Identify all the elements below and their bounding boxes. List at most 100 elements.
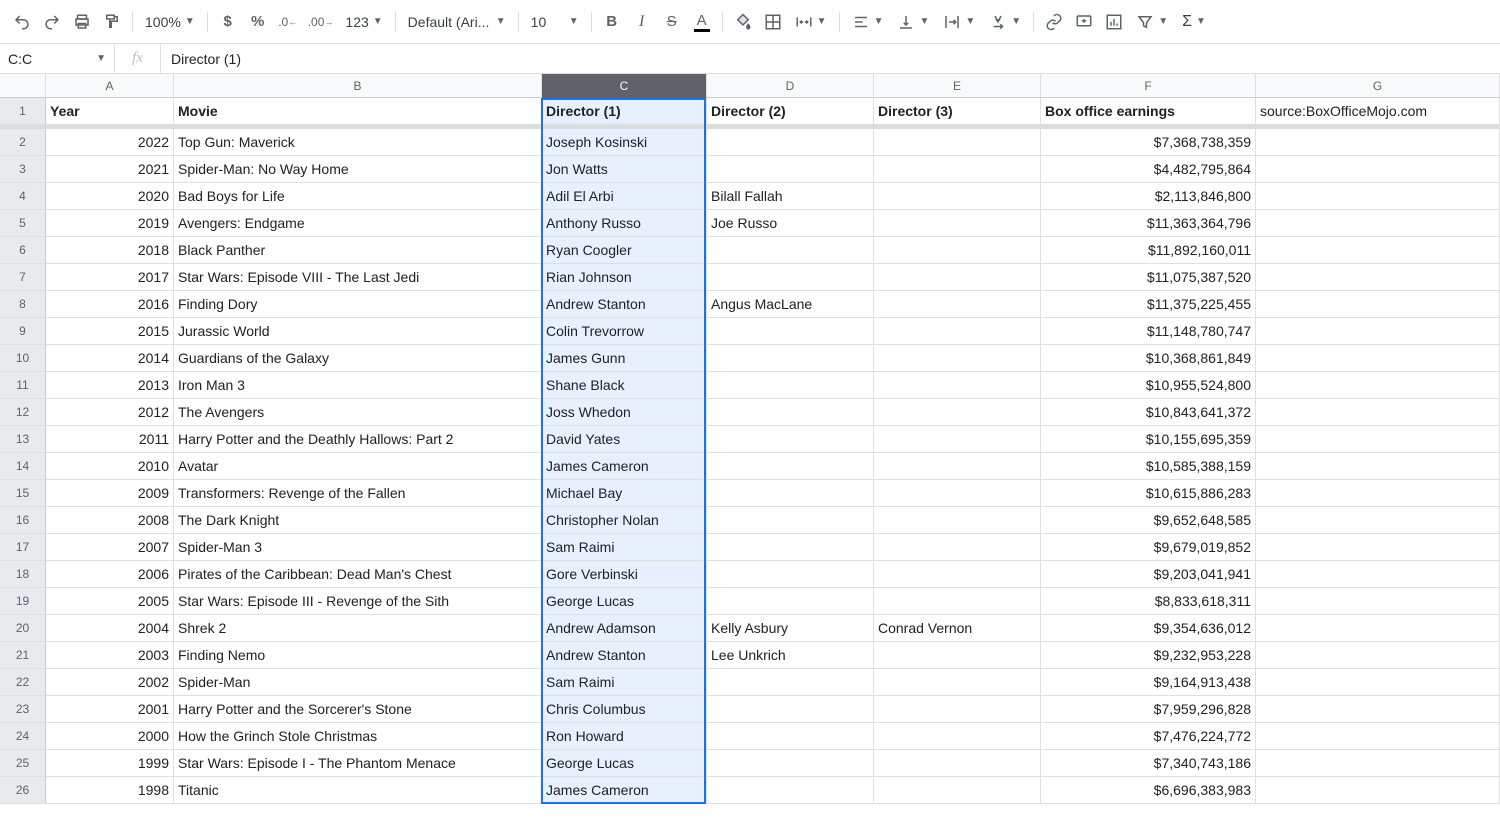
cell-A13[interactable]: 2011 <box>46 426 174 453</box>
row-head-22[interactable]: 22 <box>0 669 46 696</box>
cell-B1[interactable]: Movie <box>174 98 542 125</box>
cell-G14[interactable] <box>1256 453 1500 480</box>
formula-input[interactable]: Director (1) <box>161 44 1500 73</box>
cell-B19[interactable]: Star Wars: Episode III - Revenge of the … <box>174 588 542 615</box>
cell-D14[interactable] <box>707 453 874 480</box>
row-head-16[interactable]: 16 <box>0 507 46 534</box>
cell-B26[interactable]: Titanic <box>174 777 542 804</box>
row-head-4[interactable]: 4 <box>0 183 46 210</box>
col-head-F[interactable]: F <box>1041 74 1256 98</box>
row-head-21[interactable]: 21 <box>0 642 46 669</box>
cell-E12[interactable] <box>874 399 1041 426</box>
cell-F4[interactable]: $2,113,846,800 <box>1041 183 1256 210</box>
cell-A26[interactable]: 1998 <box>46 777 174 804</box>
cell-E19[interactable] <box>874 588 1041 615</box>
cell-D18[interactable] <box>707 561 874 588</box>
cell-D2[interactable] <box>707 129 874 156</box>
more-formats-picker[interactable]: 123▼ <box>339 8 388 36</box>
cell-E15[interactable] <box>874 480 1041 507</box>
cell-B12[interactable]: The Avengers <box>174 399 542 426</box>
cell-C23[interactable]: Chris Columbus <box>542 696 707 723</box>
cell-A16[interactable]: 2008 <box>46 507 174 534</box>
cell-F3[interactable]: $4,482,795,864 <box>1041 156 1256 183</box>
cell-C25[interactable]: George Lucas <box>542 750 707 777</box>
cell-A15[interactable]: 2009 <box>46 480 174 507</box>
cell-C3[interactable]: Jon Watts <box>542 156 707 183</box>
cell-B11[interactable]: Iron Man 3 <box>174 372 542 399</box>
cell-B6[interactable]: Black Panther <box>174 237 542 264</box>
cell-C19[interactable]: George Lucas <box>542 588 707 615</box>
cell-D12[interactable] <box>707 399 874 426</box>
cell-F10[interactable]: $10,368,861,849 <box>1041 345 1256 372</box>
cell-F7[interactable]: $11,075,387,520 <box>1041 264 1256 291</box>
row-head-20[interactable]: 20 <box>0 615 46 642</box>
cell-A10[interactable]: 2014 <box>46 345 174 372</box>
cell-G20[interactable] <box>1256 615 1500 642</box>
cell-B21[interactable]: Finding Nemo <box>174 642 542 669</box>
cell-G21[interactable] <box>1256 642 1500 669</box>
cell-E16[interactable] <box>874 507 1041 534</box>
cell-D1[interactable]: Director (2) <box>707 98 874 125</box>
cell-C10[interactable]: James Gunn <box>542 345 707 372</box>
select-all-corner[interactable] <box>0 74 46 98</box>
cell-A19[interactable]: 2005 <box>46 588 174 615</box>
cell-B3[interactable]: Spider-Man: No Way Home <box>174 156 542 183</box>
cell-F22[interactable]: $9,164,913,438 <box>1041 669 1256 696</box>
cell-E21[interactable] <box>874 642 1041 669</box>
cell-D20[interactable]: Kelly Asbury <box>707 615 874 642</box>
cell-F20[interactable]: $9,354,636,012 <box>1041 615 1256 642</box>
cell-A12[interactable]: 2012 <box>46 399 174 426</box>
cell-C24[interactable]: Ron Howard <box>542 723 707 750</box>
row-head-26[interactable]: 26 <box>0 777 46 804</box>
cell-E11[interactable] <box>874 372 1041 399</box>
cell-B13[interactable]: Harry Potter and the Deathly Hallows: Pa… <box>174 426 542 453</box>
cell-F1[interactable]: Box office earnings <box>1041 98 1256 125</box>
cell-G7[interactable] <box>1256 264 1500 291</box>
cell-G11[interactable] <box>1256 372 1500 399</box>
cell-G4[interactable] <box>1256 183 1500 210</box>
cell-D26[interactable] <box>707 777 874 804</box>
cell-G6[interactable] <box>1256 237 1500 264</box>
row-head-17[interactable]: 17 <box>0 534 46 561</box>
cell-A14[interactable]: 2010 <box>46 453 174 480</box>
cell-E22[interactable] <box>874 669 1041 696</box>
cell-G8[interactable] <box>1256 291 1500 318</box>
cell-A24[interactable]: 2000 <box>46 723 174 750</box>
cell-E14[interactable] <box>874 453 1041 480</box>
cell-A2[interactable]: 2022 <box>46 129 174 156</box>
cell-D22[interactable] <box>707 669 874 696</box>
cell-D8[interactable]: Angus MacLane <box>707 291 874 318</box>
row-head-2[interactable]: 2 <box>0 129 46 156</box>
row-head-6[interactable]: 6 <box>0 237 46 264</box>
cell-D15[interactable] <box>707 480 874 507</box>
percent-button[interactable]: % <box>244 8 272 36</box>
cell-G12[interactable] <box>1256 399 1500 426</box>
cell-B2[interactable]: Top Gun: Maverick <box>174 129 542 156</box>
cell-A20[interactable]: 2004 <box>46 615 174 642</box>
zoom-picker[interactable]: 100%▼ <box>139 8 201 36</box>
cell-G26[interactable] <box>1256 777 1500 804</box>
cell-F16[interactable]: $9,652,648,585 <box>1041 507 1256 534</box>
cell-E8[interactable] <box>874 291 1041 318</box>
cell-C15[interactable]: Michael Bay <box>542 480 707 507</box>
cell-E23[interactable] <box>874 696 1041 723</box>
cell-C8[interactable]: Andrew Stanton <box>542 291 707 318</box>
cell-B17[interactable]: Spider-Man 3 <box>174 534 542 561</box>
cell-A4[interactable]: 2020 <box>46 183 174 210</box>
cell-C5[interactable]: Anthony Russo <box>542 210 707 237</box>
cell-D13[interactable] <box>707 426 874 453</box>
cell-B25[interactable]: Star Wars: Episode I - The Phantom Menac… <box>174 750 542 777</box>
cell-C9[interactable]: Colin Trevorrow <box>542 318 707 345</box>
cell-G9[interactable] <box>1256 318 1500 345</box>
row-head-8[interactable]: 8 <box>0 291 46 318</box>
cell-D17[interactable] <box>707 534 874 561</box>
cell-B14[interactable]: Avatar <box>174 453 542 480</box>
name-box[interactable]: C:C▼ <box>0 44 115 73</box>
cell-G15[interactable] <box>1256 480 1500 507</box>
redo-button[interactable] <box>38 8 66 36</box>
cell-G2[interactable] <box>1256 129 1500 156</box>
cell-D5[interactable]: Joe Russo <box>707 210 874 237</box>
italic-button[interactable]: I <box>628 8 656 36</box>
cell-A21[interactable]: 2003 <box>46 642 174 669</box>
cell-F24[interactable]: $7,476,224,772 <box>1041 723 1256 750</box>
